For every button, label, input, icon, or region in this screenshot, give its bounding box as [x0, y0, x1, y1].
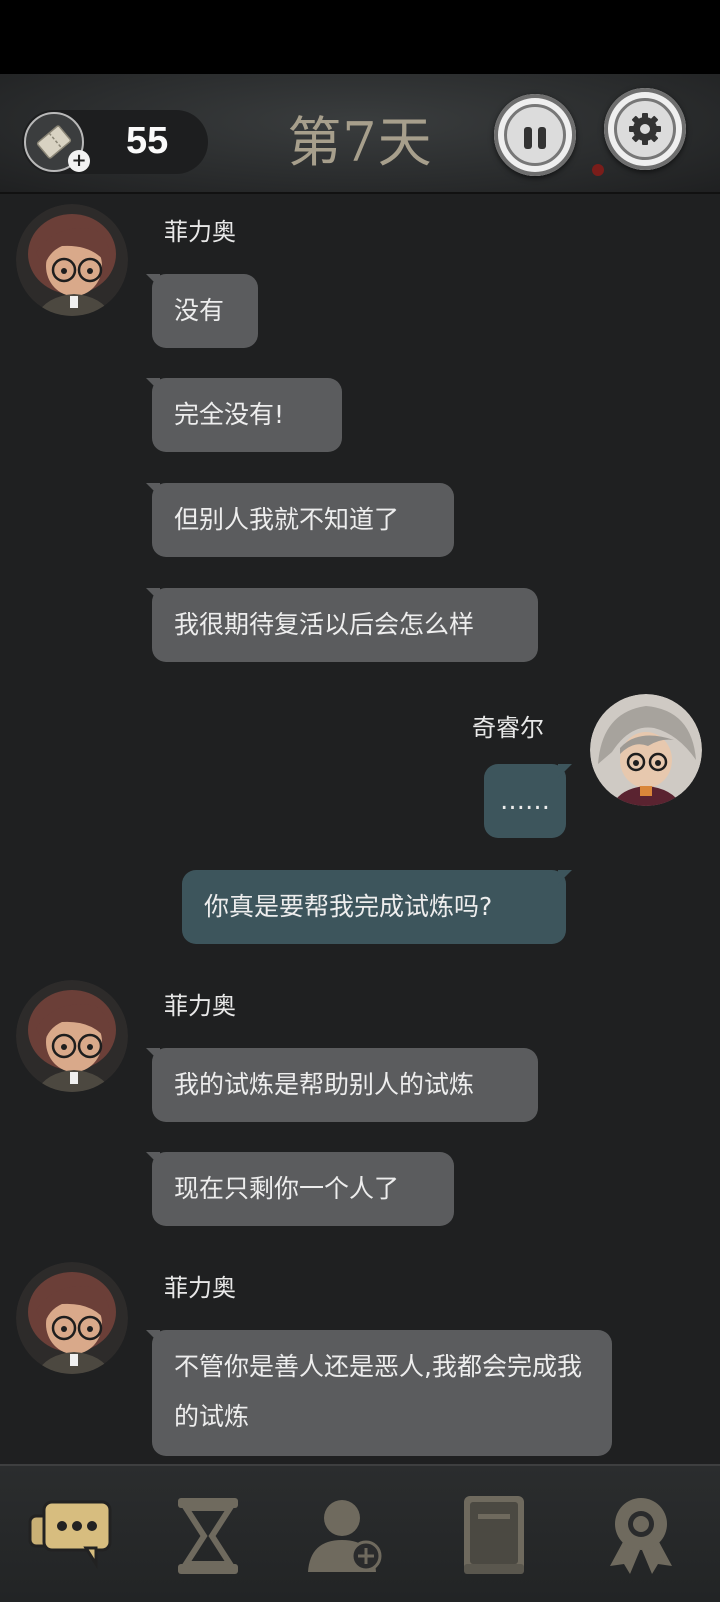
sender-name: 菲力奥: [164, 992, 236, 1020]
sender-name: 菲力奥: [164, 1274, 236, 1302]
chat-bubble: 不管你是善人还是恶人,我都会完成我的试炼: [152, 1330, 612, 1456]
avatar-feilioa[interactable]: [16, 1262, 128, 1374]
top-bar: + 55 第7天: [0, 74, 720, 194]
settings-button[interactable]: [604, 88, 686, 170]
chat-icon: [28, 1500, 112, 1570]
chat-bubble: 没有: [152, 274, 258, 348]
notification-dot: [592, 164, 604, 176]
nav-achievements-tab[interactable]: [600, 1494, 690, 1578]
avatar-qiruier[interactable]: [590, 694, 702, 806]
status-bar: [0, 0, 720, 74]
nav-book-tab[interactable]: [450, 1494, 540, 1578]
pause-button[interactable]: [494, 94, 576, 176]
nav-chat-tab[interactable]: [26, 1494, 116, 1578]
pause-icon: [504, 104, 566, 166]
chat-bubble: 但别人我就不知道了: [152, 483, 454, 557]
chat-bubble: 我很期待复活以后会怎么样: [152, 588, 538, 662]
book-icon: [464, 1496, 524, 1574]
gear-icon: [614, 98, 676, 160]
sender-name: 奇睿尔: [472, 714, 544, 742]
sender-name: 菲力奥: [164, 218, 236, 246]
avatar-feilioa[interactable]: [16, 204, 128, 316]
nav-contacts-tab[interactable]: [302, 1494, 392, 1578]
chat-bubble: 现在只剩你一个人了: [152, 1152, 454, 1226]
bottom-nav: [0, 1464, 720, 1602]
avatar-feilioa[interactable]: [16, 980, 128, 1092]
hourglass-icon: [178, 1498, 238, 1574]
nav-timeline-tab[interactable]: [164, 1494, 254, 1578]
chat-bubble: 我的试炼是帮助别人的试炼: [152, 1048, 538, 1122]
chat-bubble: 完全没有!: [152, 378, 342, 452]
chat-bubble: 你真是要帮我完成试炼吗?: [182, 870, 566, 944]
add-friend-icon: [308, 1500, 382, 1572]
badge-icon: [610, 1498, 672, 1574]
chat-bubble: ……: [484, 764, 566, 838]
